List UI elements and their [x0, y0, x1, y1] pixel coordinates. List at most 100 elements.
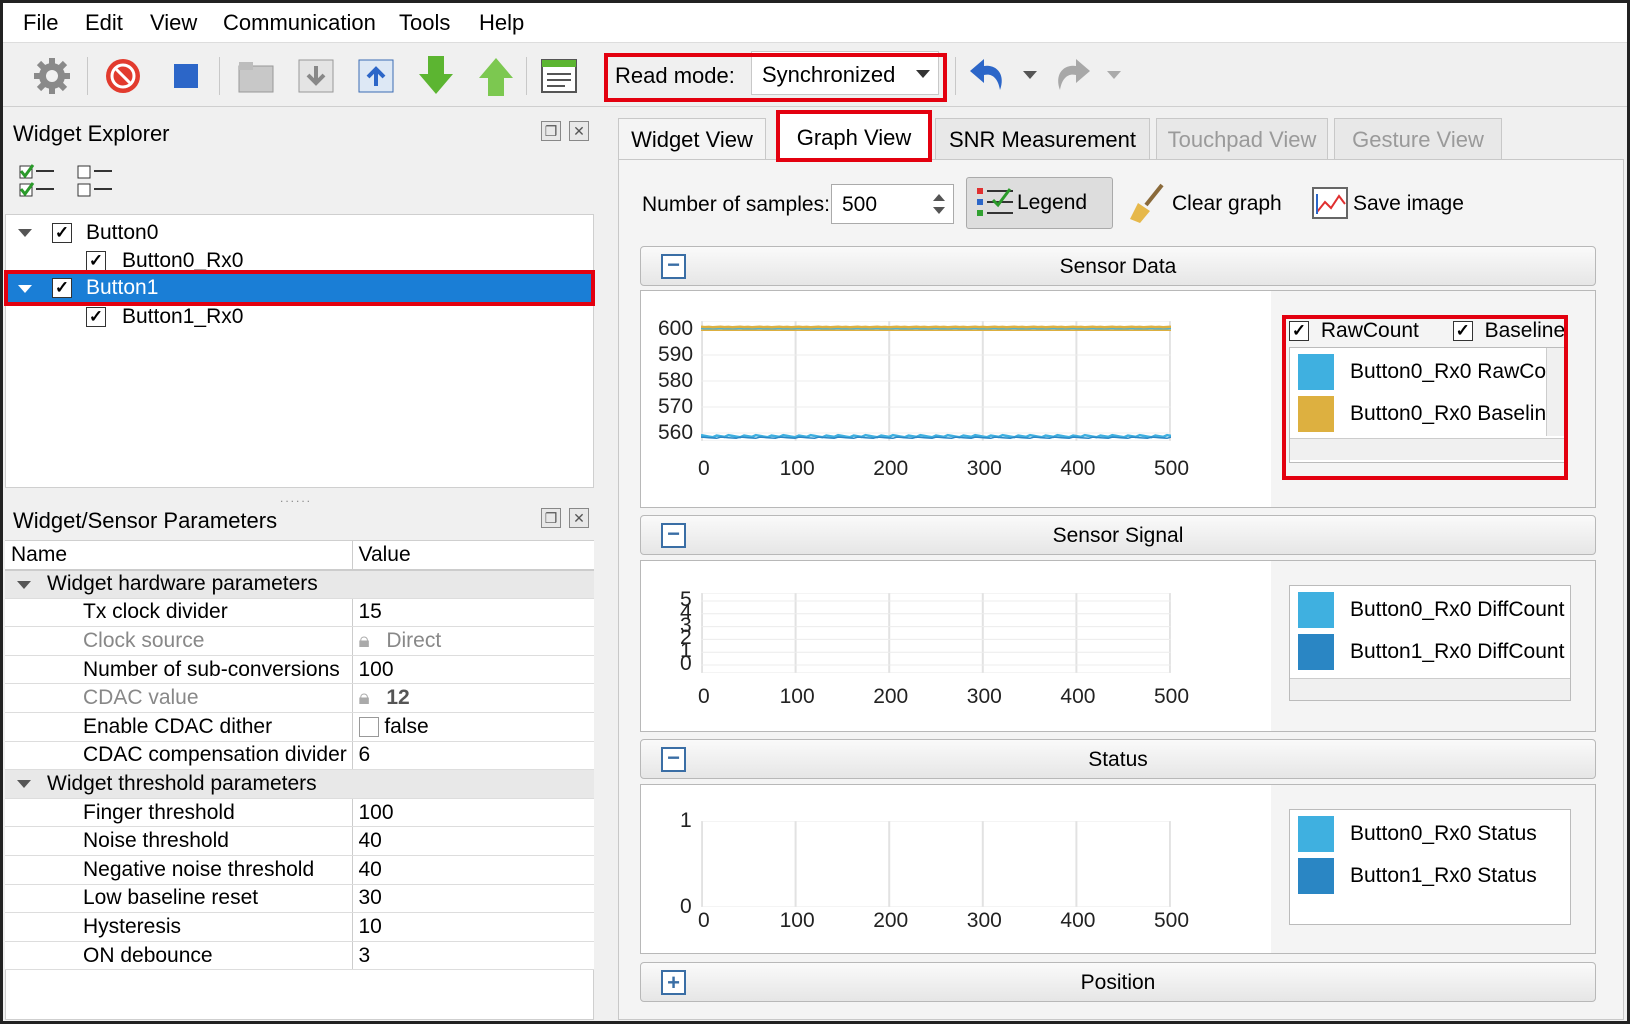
legend-hscrollbar[interactable]: [1290, 678, 1570, 700]
splitter-handle[interactable]: ......: [280, 491, 312, 505]
legend-icon: [977, 188, 1013, 216]
status-legend: Button0_Rx0 Status Button1_Rx0 Status: [1289, 809, 1571, 925]
lock-icon: 🔒︎: [358, 629, 370, 653]
menu-bar: File Edit View Communication Tools Help: [3, 3, 1627, 43]
sensor-signal-legend: Button0_Rx0 DiffCount Button1_Rx0 DiffCo…: [1289, 585, 1571, 701]
redo-icon[interactable]: [1049, 53, 1095, 99]
param-value[interactable]: 6: [352, 741, 594, 771]
param-name: Tx clock divider: [5, 598, 353, 628]
menu-help[interactable]: Help: [479, 10, 524, 36]
read-mode-highlight: [604, 53, 947, 102]
param-name: Noise threshold: [5, 826, 353, 857]
uncheck-all-icon[interactable]: [76, 162, 114, 208]
close-panel-icon[interactable]: ✕: [569, 121, 589, 141]
menu-view[interactable]: View: [150, 10, 197, 36]
download-arrow-icon[interactable]: [413, 53, 459, 99]
plot-frame: [701, 593, 1171, 673]
save-image-label: Save image: [1353, 192, 1464, 215]
section-status-header[interactable]: − Status: [640, 739, 1596, 779]
import-icon[interactable]: [293, 53, 339, 99]
col-name-header[interactable]: Name: [5, 541, 353, 571]
y-tick-label: 0: [680, 895, 692, 918]
param-value[interactable]: 100: [352, 655, 594, 685]
section-title: Status: [1088, 748, 1148, 771]
samples-value: 500: [842, 193, 878, 216]
x-tick-label: 400: [1060, 909, 1096, 932]
status-plot: [701, 821, 1171, 907]
section-sensor-signal-header[interactable]: − Sensor Signal: [640, 515, 1596, 555]
menu-tools[interactable]: Tools: [399, 10, 450, 36]
y-tick-label: 600: [658, 317, 694, 340]
x-tick-label: 200: [873, 685, 909, 708]
group-hardware-params[interactable]: Widget hardware parameters: [5, 569, 594, 599]
param-value[interactable]: 40: [352, 826, 594, 857]
upload-arrow-icon[interactable]: [473, 53, 519, 99]
broom-icon: [1130, 183, 1164, 223]
clear-graph-label: Clear graph: [1172, 192, 1282, 215]
float-panel-icon[interactable]: ❐: [541, 121, 561, 141]
y-tick-label: 560: [658, 421, 694, 444]
tab-gesture-view: Gesture View: [1334, 118, 1502, 160]
open-folder-icon[interactable]: [233, 53, 279, 99]
button0-checkbox[interactable]: ✓: [52, 223, 72, 243]
disconnect-icon[interactable]: [100, 53, 146, 99]
lock-icon: 🔒︎: [358, 686, 370, 710]
params-title: Widget/Sensor Parameters: [13, 508, 278, 533]
sensor-signal-panel: Button0_Rx0 DiffCount Button1_Rx0 DiffCo…: [640, 560, 1596, 732]
x-tick-label: 200: [873, 909, 909, 932]
section-sensor-data-header[interactable]: − Sensor Data: [640, 246, 1596, 286]
menu-edit[interactable]: Edit: [85, 10, 123, 36]
param-value[interactable]: 30: [352, 884, 594, 914]
menu-file[interactable]: File: [23, 10, 58, 36]
close-panel-icon[interactable]: ✕: [569, 508, 589, 528]
x-tick-label: 100: [779, 685, 815, 708]
x-tick-label: 200: [873, 457, 909, 480]
section-title: Sensor Signal: [1052, 524, 1184, 547]
legend-item: Button0_Rx0 DiffCount: [1350, 598, 1565, 621]
param-value: 🔒︎ 12: [352, 683, 594, 714]
x-tick-label: 0: [698, 457, 710, 480]
param-name: Clock source: [5, 626, 353, 656]
plot-frame: [701, 821, 1171, 907]
tab-widget-view[interactable]: Widget View: [618, 118, 766, 160]
legend-toggle-button[interactable]: Legend: [966, 177, 1113, 229]
params-table: Name Value Widget hardware parameters Tx …: [5, 541, 594, 971]
stop-icon[interactable]: [163, 53, 209, 99]
button1-rx0-checkbox[interactable]: ✓: [86, 307, 106, 327]
export-icon[interactable]: [353, 53, 399, 99]
button0-rx0-checkbox[interactable]: ✓: [86, 251, 106, 271]
samples-spinbox[interactable]: 500: [831, 184, 954, 224]
dither-checkbox[interactable]: [358, 717, 379, 738]
float-panel-icon[interactable]: ❐: [541, 508, 561, 528]
undo-icon[interactable]: [965, 53, 1011, 99]
param-value[interactable]: false: [352, 712, 594, 742]
param-value[interactable]: 10: [352, 912, 594, 942]
param-value[interactable]: 3: [352, 941, 594, 971]
section-position-header[interactable]: + Position: [640, 962, 1596, 1002]
param-name: CDAC compensation divider: [5, 741, 353, 771]
group-threshold-params[interactable]: Widget threshold parameters: [5, 769, 594, 799]
param-value[interactable]: 40: [352, 855, 594, 885]
settings-gear-icon[interactable]: [29, 53, 75, 99]
menu-communication[interactable]: Communication: [223, 10, 376, 36]
tab-snr-measurement[interactable]: SNR Measurement: [935, 118, 1150, 160]
x-tick-label: 400: [1060, 457, 1096, 480]
param-value[interactable]: 15: [352, 598, 594, 628]
check-all-icon[interactable]: [18, 162, 56, 208]
tree-item-button1-rx0[interactable]: Button1_Rx0: [122, 305, 243, 329]
param-value[interactable]: 100: [352, 798, 594, 828]
redo-dropdown-icon[interactable]: [1107, 71, 1121, 81]
tree-item-button0[interactable]: Button0: [86, 221, 158, 245]
spin-arrows-icon[interactable]: [932, 191, 946, 217]
x-tick-label: 300: [966, 457, 1002, 480]
legend-highlight: [1282, 315, 1568, 480]
x-tick-label: 300: [966, 685, 1002, 708]
save-image-icon: [1312, 187, 1348, 219]
y-tick-label: 580: [658, 369, 694, 392]
y-tick-label: 1: [680, 809, 692, 832]
col-value-header[interactable]: Value: [352, 541, 594, 571]
graph-view-tab-highlight: [776, 110, 932, 162]
expand-arrow-icon[interactable]: [18, 229, 32, 237]
log-window-icon[interactable]: [536, 53, 582, 99]
undo-dropdown-icon[interactable]: [1023, 71, 1037, 81]
